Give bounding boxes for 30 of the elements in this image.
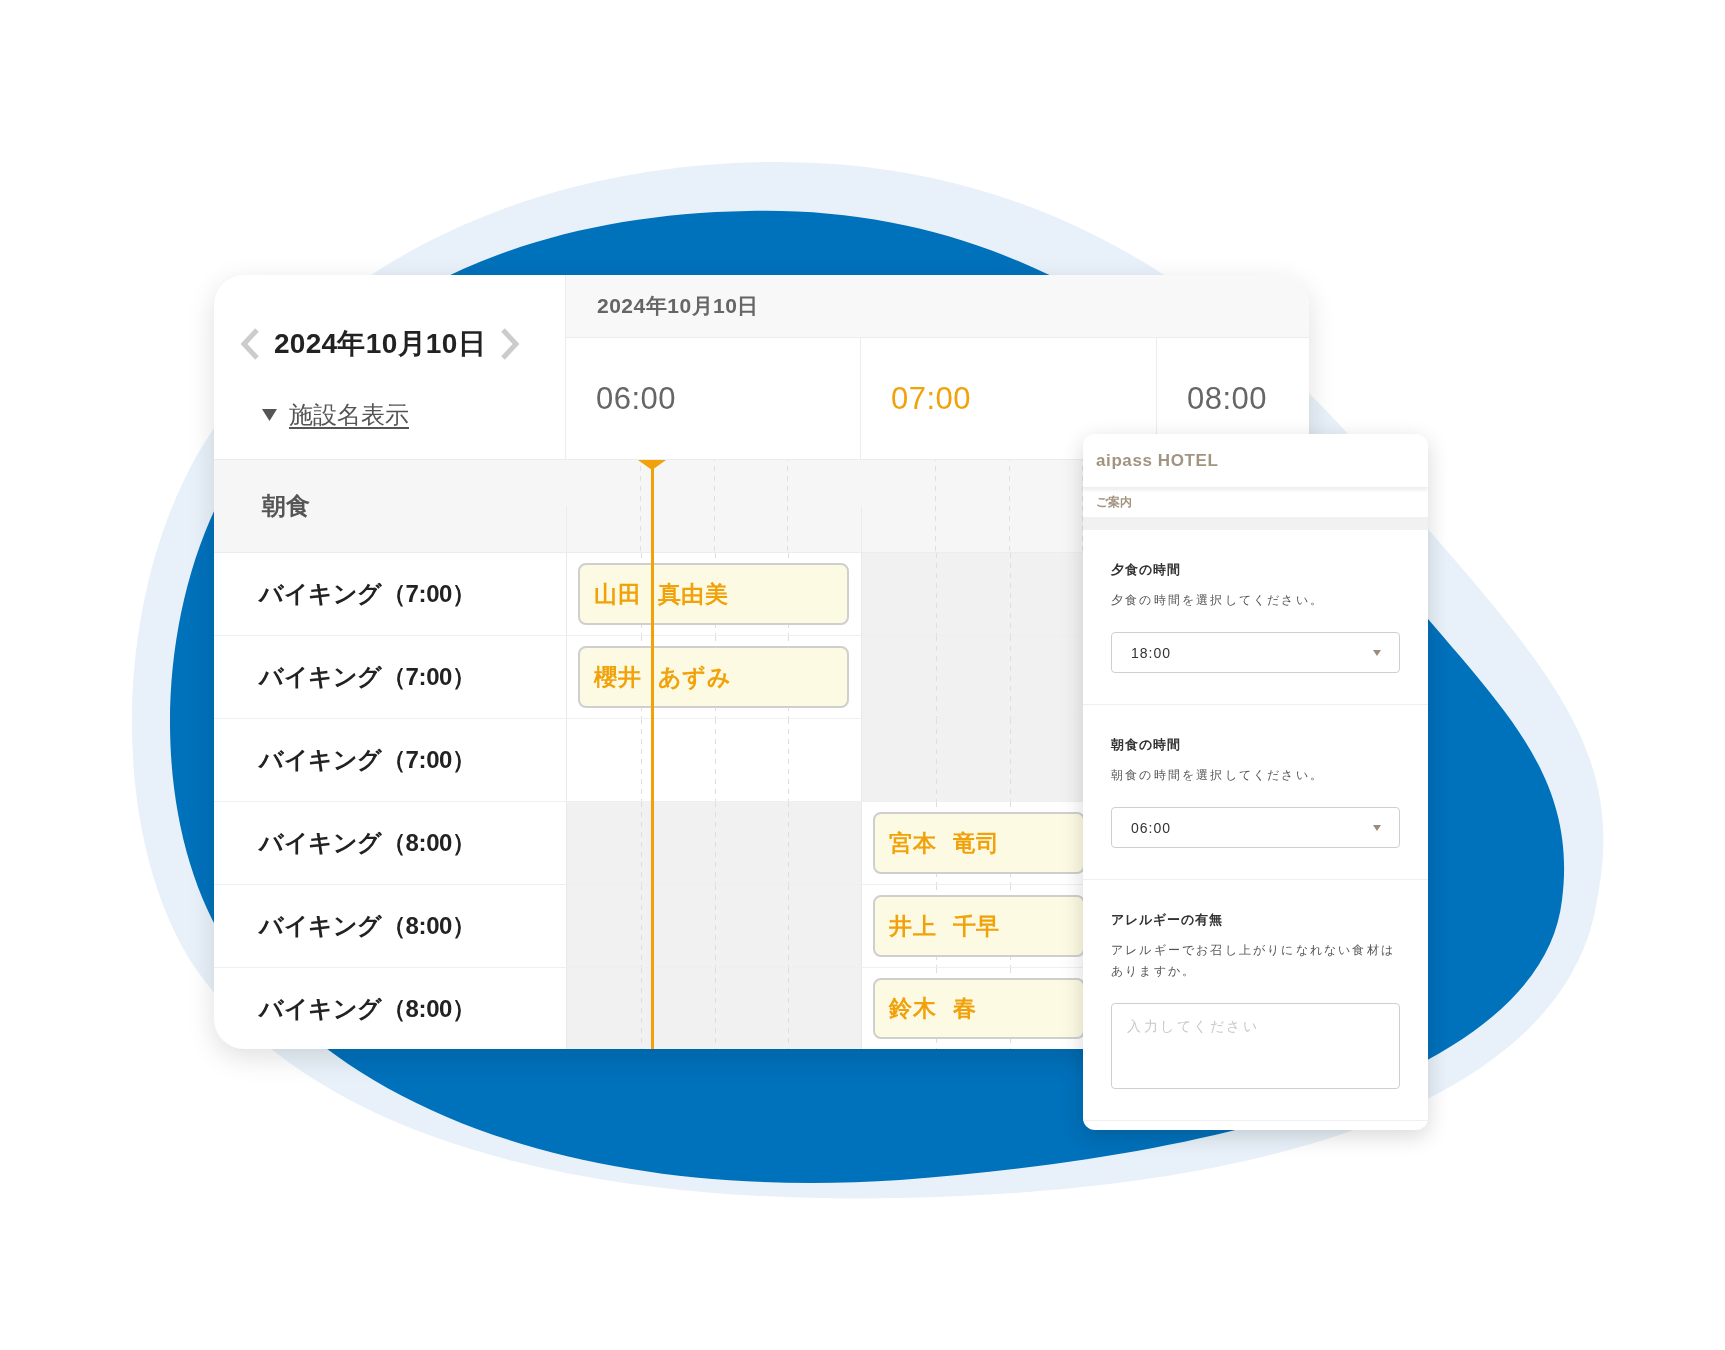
section-label: 朝食: [260, 491, 311, 521]
row-label: バイキング（7:00）: [257, 579, 477, 609]
booking-block[interactable]: 宮本 竜司: [873, 812, 1085, 874]
chevron-right-icon[interactable]: [499, 327, 520, 361]
row-label: バイキング（7:00）: [257, 662, 477, 692]
time-select[interactable]: 18:00: [1111, 632, 1400, 673]
booking-block[interactable]: 山田 真由美: [578, 563, 849, 625]
calendar-date: 2024年10月10日: [274, 327, 486, 361]
booking-block[interactable]: 井上 千早: [873, 895, 1085, 957]
booking-block[interactable]: 鈴木 春: [873, 978, 1085, 1039]
triangle-down-icon: [262, 409, 277, 421]
row-label: バイキング（8:00）: [257, 993, 477, 1024]
caret-icon: [1373, 824, 1381, 831]
hour-label: 06:00: [566, 338, 861, 460]
timeline-date: 2024年10月10日: [566, 275, 1309, 338]
row-label: バイキング（8:00）: [257, 911, 477, 941]
field-description: 夕食の時間を選択してください。: [1111, 592, 1325, 609]
time-select[interactable]: 06:00: [1111, 807, 1400, 848]
row-label: バイキング（7:00）: [257, 745, 477, 775]
field-label: 朝食の時間: [1111, 736, 1182, 754]
chevron-left-icon[interactable]: [240, 327, 260, 361]
row-label: バイキング（8:00）: [257, 828, 477, 858]
field-description: 朝食の時間を選択してください。: [1111, 767, 1325, 784]
caret-icon: [1373, 649, 1381, 656]
section-caption: ご案内: [1095, 493, 1133, 511]
field-label: アレルギーの有無: [1111, 911, 1224, 929]
field-label: 夕食の時間: [1111, 561, 1182, 579]
field-description: アレルギーでお召し上がりになれない食材はありますか。: [1111, 942, 1396, 980]
booking-block[interactable]: 櫻井 あずみ: [578, 646, 849, 708]
facility-name-link[interactable]: 施設名表示: [289, 399, 409, 431]
